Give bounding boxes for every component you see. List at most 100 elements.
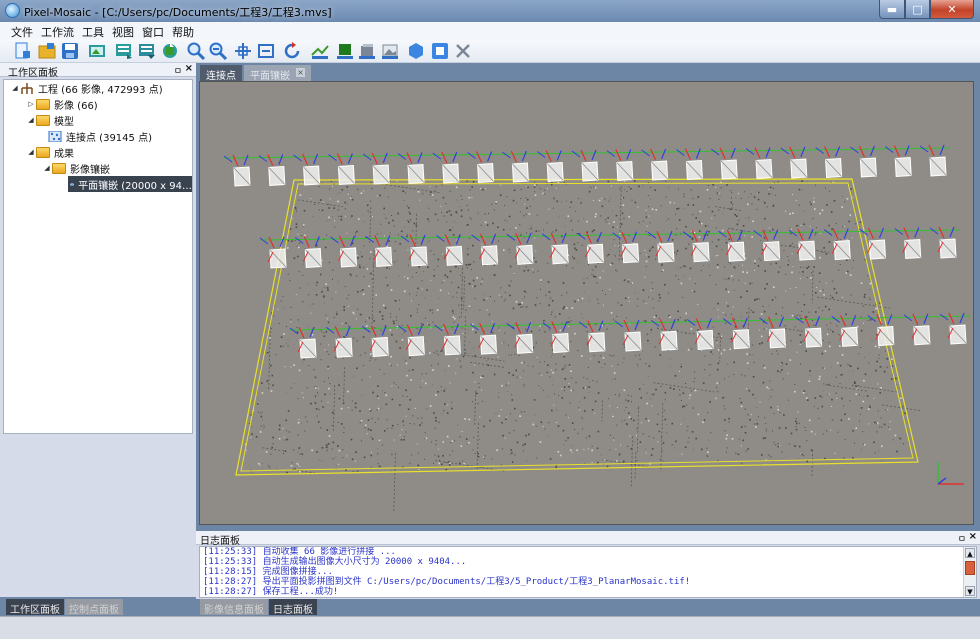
expand-arrow-icon[interactable]: ◢ xyxy=(42,164,52,172)
save-icon[interactable] xyxy=(60,41,80,61)
camera-frustum[interactable] xyxy=(614,319,642,352)
camera-frustum[interactable] xyxy=(606,149,634,182)
new-project-icon[interactable] xyxy=(12,41,32,61)
export-icon[interactable] xyxy=(114,41,134,61)
camera-frustum[interactable] xyxy=(436,234,463,266)
camera-frustum[interactable] xyxy=(850,145,877,178)
camera-frustum[interactable] xyxy=(578,320,606,353)
menu-view[interactable]: 视图 xyxy=(109,22,139,39)
camera-frustum[interactable] xyxy=(289,326,317,359)
camera-frustum[interactable] xyxy=(400,234,428,267)
camera-frustum[interactable] xyxy=(571,149,599,182)
collapsed-arrow-icon[interactable]: ▷ xyxy=(26,100,36,108)
export-all-icon[interactable] xyxy=(137,41,157,61)
menu-tools[interactable]: 工具 xyxy=(79,22,109,39)
point-cloud-canvas[interactable] xyxy=(200,82,974,525)
expand-arrow-icon[interactable]: ◢ xyxy=(26,116,36,124)
camera-frustum[interactable] xyxy=(536,150,564,183)
process-icon[interactable] xyxy=(160,41,180,61)
tree-item-results[interactable]: ◢ 成果 xyxy=(26,144,74,160)
camera-frustum[interactable] xyxy=(641,148,669,181)
camera-frustum[interactable] xyxy=(223,154,251,187)
tab-close-icon[interactable]: × xyxy=(296,68,305,77)
camera-frustum[interactable] xyxy=(259,236,287,269)
tab-tiepoints[interactable]: 连接点 xyxy=(200,65,242,82)
camera-frustum[interactable] xyxy=(506,322,534,354)
camera-frustum[interactable] xyxy=(903,313,931,346)
camera-frustum[interactable] xyxy=(612,231,640,264)
camera-frustum[interactable] xyxy=(470,322,498,355)
fit-icon[interactable] xyxy=(256,41,276,61)
tab-log-panel[interactable]: 日志面板 xyxy=(269,599,317,616)
expand-arrow-icon[interactable]: ◢ xyxy=(10,84,20,92)
camera-frustum[interactable] xyxy=(682,230,710,263)
tree-item-model[interactable]: ◢ 模型 xyxy=(26,112,74,128)
camera-frustum[interactable] xyxy=(884,145,912,178)
tree-item-image-mosaic[interactable]: ◢ 影像镶嵌 xyxy=(42,160,110,176)
camera-frustum[interactable] xyxy=(676,148,703,181)
camera-frustum[interactable] xyxy=(753,229,781,262)
tree-item-planar-mosaic[interactable]: 平面镶嵌 (20000 x 94… xyxy=(68,176,192,192)
camera-frustum[interactable] xyxy=(780,146,808,179)
scroll-up-icon[interactable]: ▲ xyxy=(965,548,975,558)
scroll-thumb[interactable] xyxy=(965,561,975,575)
hexagon-icon[interactable] xyxy=(406,41,426,61)
scroll-down-icon[interactable]: ▼ xyxy=(965,586,975,596)
camera-frustum[interactable] xyxy=(815,146,843,179)
camera-frustum[interactable] xyxy=(723,317,750,350)
log-scrollbar[interactable]: ▲ ▼ xyxy=(963,547,976,597)
camera-frustum[interactable] xyxy=(397,152,425,185)
menu-workflow[interactable]: 工作流 xyxy=(38,22,79,39)
camera-frustum[interactable] xyxy=(325,325,353,358)
menu-help[interactable]: 帮助 xyxy=(169,22,199,39)
add-images-icon[interactable] xyxy=(87,41,107,61)
camera-frustum[interactable] xyxy=(330,235,358,268)
camera-frustum[interactable] xyxy=(686,318,714,350)
maximize-button[interactable]: □ xyxy=(905,0,930,19)
camera-frustum[interactable] xyxy=(506,233,534,265)
tab-image-info-panel[interactable]: 影像信息面板 xyxy=(200,599,268,616)
camera-frustum[interactable] xyxy=(541,232,569,265)
pin-icon[interactable]: ㅁ xyxy=(958,532,966,545)
square-icon[interactable] xyxy=(430,41,450,61)
camera-frustum[interactable] xyxy=(919,144,947,177)
close-window-button[interactable]: ✕ xyxy=(930,0,974,19)
camera-frustum[interactable] xyxy=(294,236,322,269)
menu-file[interactable]: 文件 xyxy=(8,22,38,39)
camera-frustum[interactable] xyxy=(647,230,675,263)
camera-frustum[interactable] xyxy=(577,232,604,264)
camera-frustum[interactable] xyxy=(542,321,570,354)
camera-frustum[interactable] xyxy=(745,147,773,180)
camera-frustum[interactable] xyxy=(795,315,823,348)
camera-frustum[interactable] xyxy=(788,228,816,261)
3d-viewport[interactable] xyxy=(199,81,974,525)
pan-icon[interactable] xyxy=(233,41,253,61)
camera-frustum[interactable] xyxy=(361,325,389,357)
tree-item-tiepoints[interactable]: 连接点 (39145 点) xyxy=(48,128,152,144)
ruler-icon[interactable] xyxy=(310,41,330,61)
zoom-in-icon[interactable] xyxy=(186,41,206,61)
camera-frustum[interactable] xyxy=(859,227,887,260)
tab-workspace-panel[interactable]: 工作区面板 xyxy=(6,599,64,616)
minimize-button[interactable]: ▬ xyxy=(879,0,905,19)
tree-item-project[interactable]: ◢ 工程 (66 影像, 472993 点) xyxy=(10,80,163,96)
camera-frustum[interactable] xyxy=(894,227,922,260)
camera-frustum[interactable] xyxy=(939,312,967,345)
close-panel-icon[interactable]: × xyxy=(969,531,977,542)
camera-frustum[interactable] xyxy=(650,318,678,351)
camera-frustum[interactable] xyxy=(434,323,461,356)
camera-frustum[interactable] xyxy=(823,228,851,261)
camera-frustum[interactable] xyxy=(929,226,957,259)
close-x-icon[interactable] xyxy=(453,41,473,61)
tree-item-images[interactable]: ▷ 影像 (66) xyxy=(26,96,98,112)
camera-frustum[interactable] xyxy=(502,150,529,183)
camera-frustum[interactable] xyxy=(432,151,460,184)
pin-icon[interactable]: ㅁ xyxy=(174,64,182,77)
open-folder-icon[interactable] xyxy=(37,41,57,61)
close-panel-icon[interactable]: × xyxy=(185,63,193,74)
tab-planar-mosaic[interactable]: 平面镶嵌 × xyxy=(244,65,311,82)
green-block-icon[interactable] xyxy=(335,41,355,61)
layers-icon[interactable] xyxy=(357,41,377,61)
refresh-icon[interactable] xyxy=(282,41,302,61)
camera-frustum[interactable] xyxy=(471,233,499,266)
